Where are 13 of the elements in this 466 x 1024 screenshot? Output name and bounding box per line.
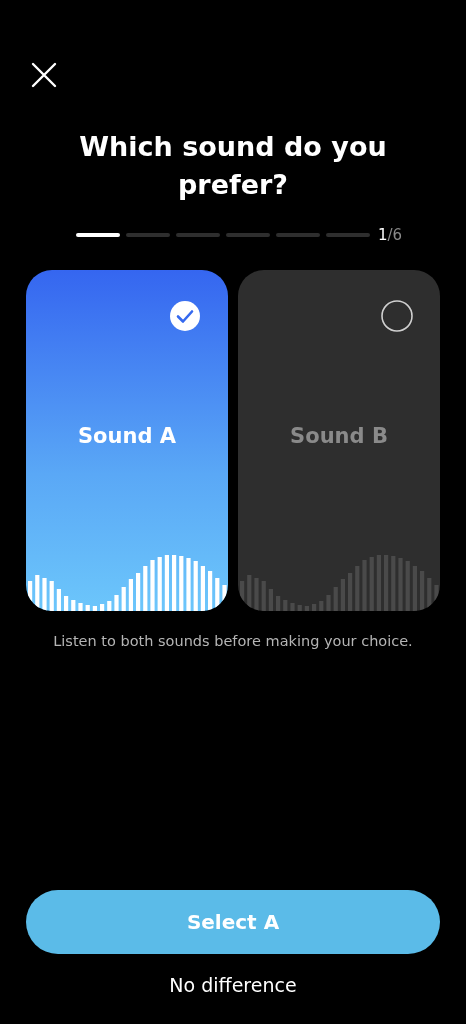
sound-card[interactable]: Sound A: [26, 270, 228, 611]
radio-icon[interactable]: [381, 300, 413, 332]
sound-label: Sound A: [77, 424, 177, 448]
question-title: Which sound do you prefer?: [78, 130, 388, 202]
step-total: /6: [387, 226, 403, 244]
sound-card[interactable]: Sound B: [238, 270, 440, 611]
check-icon[interactable]: [169, 300, 201, 332]
hint-text: Listen to both sounds before making your choice.: [53, 633, 413, 649]
sound-label: Sound B: [290, 424, 388, 448]
no-difference-link[interactable]: No difference: [169, 974, 297, 996]
close-icon[interactable]: [31, 62, 57, 88]
step-current: 1: [377, 226, 388, 244]
select-button[interactable]: Select A: [26, 890, 440, 954]
